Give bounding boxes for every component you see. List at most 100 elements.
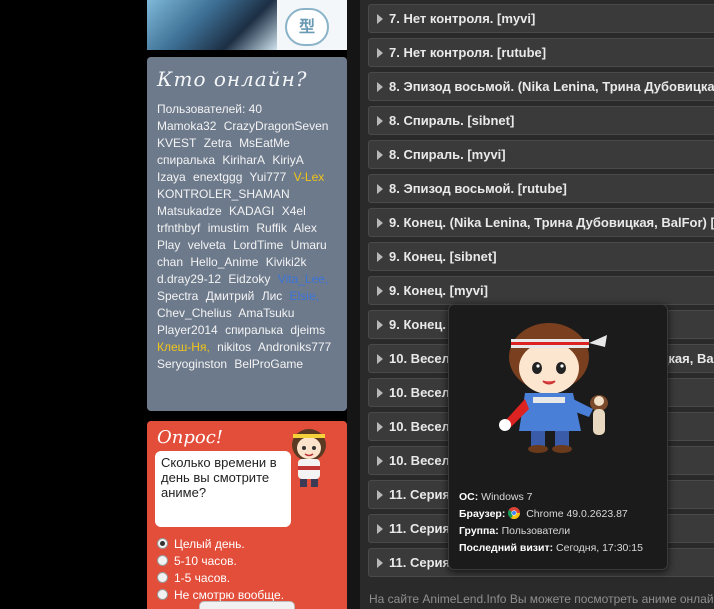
online-user-link[interactable]: CrazyDragonSeven [224, 119, 329, 133]
online-user-link[interactable]: спиралька [225, 323, 283, 337]
episode-label: 7. Нет контроля. [myvi] [389, 11, 536, 26]
online-user-link[interactable]: trfnthbyf [157, 221, 200, 235]
online-user-link[interactable]: djeims [290, 323, 325, 337]
episode-row[interactable]: 9. Конец. [myvi] [368, 276, 714, 305]
expand-arrow-icon [377, 523, 383, 534]
online-user-link[interactable]: Chev_Chelius [157, 306, 232, 320]
tooltip-group-value: Пользователи [501, 525, 571, 537]
episode-row[interactable]: 9. Конец. (Nika Lenina, Трина Дубовицкая… [368, 208, 714, 237]
episode-label: 8. Спираль. [sibnet] [389, 113, 515, 128]
poll-option-radio[interactable] [157, 589, 168, 600]
online-user-link[interactable]: MsEatMe [239, 136, 290, 150]
online-user-link[interactable]: Дмитрий [206, 289, 255, 303]
poll-option-label: 1-5 часов. [174, 570, 231, 585]
episode-label: 8. Эпизод восьмой. [rutube] [389, 181, 567, 196]
online-panel-title: Кто онлайн? [157, 67, 308, 91]
online-user-link[interactable]: Androniks777 [258, 340, 331, 354]
episode-row[interactable]: 8. Спираль. [sibnet] [368, 106, 714, 135]
poll-option[interactable]: 5-10 часов. [157, 552, 284, 569]
online-user-link[interactable]: спиралька [157, 153, 215, 167]
poll-option-radio[interactable] [157, 572, 168, 583]
online-user-link[interactable]: V-Lex [294, 170, 325, 184]
online-user-link[interactable]: enextggg [193, 170, 242, 184]
online-user-link[interactable]: KVEST [157, 136, 196, 150]
episode-label: 9. Конец. [myvi] [389, 283, 488, 298]
expand-arrow-icon [377, 489, 383, 500]
online-user-link[interactable]: Лис [262, 289, 283, 303]
online-user-link[interactable]: Mamoka32 [157, 119, 216, 133]
online-user-link[interactable]: LordTime [233, 238, 283, 252]
expand-arrow-icon [377, 353, 383, 364]
sidebar-banner: 型 [147, 0, 347, 50]
online-user-link[interactable]: Eidzoky [228, 272, 270, 286]
tooltip-os-key: ОС: [459, 491, 479, 503]
online-user-link[interactable]: KADAGI [229, 204, 274, 218]
page-left-background [0, 0, 147, 609]
expand-arrow-icon [377, 319, 383, 330]
anime-chibi-avatar-icon [499, 323, 608, 453]
expand-arrow-icon [377, 421, 383, 432]
episode-row[interactable]: 7. Нет контроля. [rutube] [368, 38, 714, 67]
online-user-link[interactable]: Play [157, 238, 180, 252]
episode-label: 8. Спираль. [myvi] [389, 147, 506, 162]
episode-row[interactable]: 8. Эпизод восьмой. (Nika Lenina, Трина Д… [368, 72, 714, 101]
online-user-list: Mamoka32 CrazyDragonSeven KVEST Zetra Ms… [157, 118, 337, 373]
online-user-link[interactable]: Alex [294, 221, 317, 235]
expand-arrow-icon [377, 387, 383, 398]
poll-vote-button[interactable] [199, 601, 295, 609]
online-user-link[interactable]: Ruffik [256, 221, 286, 235]
banner-art [147, 0, 277, 50]
online-user-link[interactable]: Player2014 [157, 323, 218, 337]
online-user-link[interactable]: velveta [188, 238, 226, 252]
sidebar: 型 Кто онлайн? Пользователей: 40 Mamoka32… [147, 0, 347, 609]
online-users-panel: Кто онлайн? Пользователей: 40 Mamoka32 C… [147, 57, 347, 411]
poll-option-radio[interactable] [157, 555, 168, 566]
online-user-link[interactable]: X4el [282, 204, 306, 218]
online-user-link[interactable]: Kiviki2k [266, 255, 307, 269]
online-user-link[interactable]: Spectra [157, 289, 198, 303]
expand-arrow-icon [377, 557, 383, 568]
episode-row[interactable]: 9. Конец. [sibnet] [368, 242, 714, 271]
online-user-link[interactable]: KirihаrA [222, 153, 265, 167]
online-user-link[interactable]: Matsukadze [157, 204, 222, 218]
online-user-link[interactable]: Клеш-Ня, [157, 340, 210, 354]
episode-row[interactable]: 7. Нет контроля. [myvi] [368, 4, 714, 33]
online-user-link[interactable]: Zetra [204, 136, 232, 150]
tooltip-info: ОС: Windows 7 Браузер: Chrome 49.0.2623.… [459, 489, 643, 557]
poll-option[interactable]: 1-5 часов. [157, 569, 284, 586]
online-user-link[interactable]: Seryoginston [157, 357, 227, 371]
online-user-link[interactable]: BelProGame [234, 357, 303, 371]
poll-option[interactable]: Целый день. [157, 535, 284, 552]
tooltip-os-value: Windows 7 [481, 491, 533, 503]
expand-arrow-icon [377, 455, 383, 466]
online-user-link[interactable]: imustim [208, 221, 249, 235]
online-user-link[interactable]: KONTROLER_SHAMAN [157, 187, 290, 201]
online-user-link[interactable]: AmaTsuku [238, 306, 294, 320]
online-user-link[interactable]: Vita_Lee, [278, 272, 329, 286]
online-user-link[interactable]: nikitos [217, 340, 251, 354]
episode-label: 9. Конец. [sibnet] [389, 249, 497, 264]
expand-arrow-icon [377, 251, 383, 262]
expand-arrow-icon [377, 81, 383, 92]
online-user-link[interactable]: Elsie, [290, 289, 319, 303]
episode-row[interactable]: 8. Спираль. [myvi] [368, 140, 714, 169]
online-user-link[interactable]: Hello_Anime [190, 255, 258, 269]
poll-option-label: Не смотрю вообще. [174, 587, 285, 602]
episode-label: 8. Эпизод восьмой. (Nika Lenina, Трина Д… [389, 79, 714, 94]
tooltip-group-row: Группа: Пользователи [459, 523, 643, 540]
poll-option-label: Целый день. [174, 536, 245, 551]
online-user-link[interactable]: KiriyA [272, 153, 303, 167]
expand-arrow-icon [377, 47, 383, 58]
online-user-link[interactable]: Izaya [157, 170, 186, 184]
column-separator [347, 0, 360, 609]
online-user-link[interactable]: Yui777 [250, 170, 287, 184]
tooltip-browser-value: Chrome 49.0.2623.87 [526, 508, 628, 520]
expand-arrow-icon [377, 13, 383, 24]
poll-option-radio[interactable] [157, 538, 168, 549]
tooltip-browser-row: Браузер: Chrome 49.0.2623.87 [459, 506, 643, 523]
tooltip-visit-value: Сегодня, 17:30:15 [556, 542, 643, 554]
user-profile-tooltip: ОС: Windows 7 Браузер: Chrome 49.0.2623.… [448, 304, 668, 570]
online-user-link[interactable]: d.dray29-12 [157, 272, 221, 286]
episode-row[interactable]: 8. Эпизод восьмой. [rutube] [368, 174, 714, 203]
tooltip-group-key: Группа: [459, 525, 499, 537]
